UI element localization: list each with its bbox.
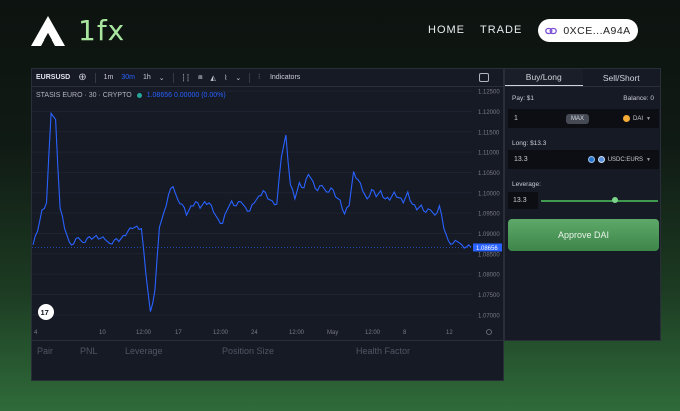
leverage-slider-track[interactable] xyxy=(541,200,658,202)
chart-toolbar: EURSUSD ⊕ 1m 30m 1h ⌄ ┆┆ ⧈ ◭ ⌇ ⌄ ⫶ Indic… xyxy=(32,69,503,87)
y-tick-label: 1.08000 xyxy=(478,273,500,279)
timeframe-1m[interactable]: 1m xyxy=(104,74,114,81)
tradingview-logo-icon[interactable]: 17 xyxy=(38,304,54,320)
x-tick-label: 8 xyxy=(403,330,407,336)
long-token-label: USDC:EURS xyxy=(607,156,644,163)
leverage-input[interactable]: 13.3 xyxy=(508,192,538,209)
trade-panel: Buy/Long Sell/Short Pay: $1 Balance: 0 1… xyxy=(504,68,661,341)
y-tick-label: 1.10000 xyxy=(478,191,500,197)
style-chevron-down-icon[interactable]: ⌄ xyxy=(235,74,241,82)
usdc-coin-icon xyxy=(587,156,595,163)
logo[interactable]: 1fx xyxy=(30,14,125,47)
toolbar-divider xyxy=(94,72,96,83)
timeframe-1h[interactable]: 1h xyxy=(143,74,151,81)
pay-token-selector[interactable]: DAI ▼ xyxy=(623,115,651,122)
timeframe-30m[interactable]: 30m xyxy=(121,74,135,81)
col-position-size: Position Size xyxy=(222,346,275,356)
wallet-button[interactable]: 0XCE...A94A xyxy=(538,19,638,42)
trade-tabs: Buy/Long Sell/Short xyxy=(505,69,660,87)
indicators-label: Indicators xyxy=(269,73,301,81)
y-tick-label: 1.10500 xyxy=(478,171,500,177)
col-health-factor: Health Factor xyxy=(356,346,411,356)
approve-button[interactable]: Approve DAI xyxy=(508,219,659,251)
leverage-label: Leverage: xyxy=(512,181,541,188)
y-tick-label: 1.09500 xyxy=(478,212,500,218)
toolbar-divider xyxy=(249,72,251,83)
y-tick-label: 1.08500 xyxy=(478,252,500,258)
x-tick-label: 12:00 xyxy=(365,330,381,336)
x-tick-label: 4 xyxy=(34,330,38,336)
y-tick-label: 1.07500 xyxy=(478,293,500,299)
col-pnl: PNL xyxy=(80,346,98,356)
x-tick-label: 12:00 xyxy=(213,330,229,336)
positions-table-header: Pair PNL Leverage Position Size Health F… xyxy=(31,341,504,381)
camera-icon[interactable] xyxy=(479,73,489,82)
toolbar-divider xyxy=(172,72,174,83)
tab-buy-long[interactable]: Buy/Long xyxy=(505,69,583,86)
long-amount-input[interactable]: 13.3 xyxy=(514,156,528,163)
eurs-coin-icon xyxy=(597,156,605,163)
compare-plus-icon[interactable]: ⊕ xyxy=(78,72,86,83)
x-tick-label: May xyxy=(327,330,338,336)
indicators-icon: ⫶ xyxy=(258,73,260,81)
y-tick-label: 1.11500 xyxy=(478,130,500,136)
svg-text:17: 17 xyxy=(41,308,49,317)
logo-text: 1fx xyxy=(78,14,126,47)
nav-home-link[interactable]: HOME xyxy=(428,24,465,36)
max-button[interactable]: MAX xyxy=(566,113,590,124)
dai-coin-icon xyxy=(623,115,631,122)
chain-link-icon xyxy=(545,27,558,34)
pay-token-label: DAI xyxy=(633,115,644,122)
wallet-address: 0XCE...A94A xyxy=(563,24,631,37)
x-tick-label: 12:00 xyxy=(289,330,305,336)
price-tag-label: 1.08656 xyxy=(476,246,498,252)
x-tick-label: 12:00 xyxy=(136,330,152,336)
tab-sell-short[interactable]: Sell/Short xyxy=(583,69,661,86)
y-tick-label: 1.07000 xyxy=(478,313,500,319)
y-tick-label: 1.12000 xyxy=(478,110,500,116)
chart-settings-icon[interactable] xyxy=(486,329,492,335)
y-tick-label: 1.09000 xyxy=(478,232,500,238)
col-pair: Pair xyxy=(37,346,54,356)
long-input-box: 13.3 USDC:EURS ▼ xyxy=(508,150,659,169)
y-tick-label: 1.12500 xyxy=(478,90,500,96)
pay-amount-input[interactable]: 1 xyxy=(514,115,518,122)
x-tick-label: 10 xyxy=(99,330,106,336)
indicators-button[interactable]: ⫶ Indicators xyxy=(258,74,308,82)
col-leverage: Leverage xyxy=(125,346,163,356)
leverage-slider-thumb[interactable] xyxy=(612,197,618,203)
x-tick-label: 17 xyxy=(175,330,182,336)
logo-mark-icon xyxy=(31,15,65,46)
area-style-icon[interactable]: ◭ xyxy=(211,74,216,82)
line-style-icon[interactable]: ⌇ xyxy=(224,74,227,82)
pay-input-box: 1 MAX DAI ▼ xyxy=(508,109,659,128)
nav-trade-link[interactable]: TRADE xyxy=(480,24,522,36)
x-tick-label: 12 xyxy=(446,330,453,336)
balance-label: Balance: 0 xyxy=(623,95,654,102)
x-tick-label: 24 xyxy=(251,330,258,336)
symbol-selector[interactable]: EURSUSD xyxy=(36,74,70,81)
chevron-down-icon: ▼ xyxy=(646,156,651,163)
price-series-line xyxy=(32,111,472,312)
chevron-down-icon: ▼ xyxy=(646,115,651,122)
price-chart[interactable]: 1.12500 1.12000 1.11500 1.11000 1.10500 1.100… xyxy=(32,87,503,341)
long-label: Long: $13.3 xyxy=(512,140,547,147)
long-token-selector[interactable]: USDC:EURS ▼ xyxy=(587,156,651,163)
y-tick-label: 1.11000 xyxy=(478,151,500,157)
pay-label: Pay: $1 xyxy=(512,95,535,102)
chart-panel: EURSUSD ⊕ 1m 30m 1h ⌄ ┆┆ ⧈ ◭ ⌇ ⌄ ⫶ Indic… xyxy=(31,68,504,341)
timeframe-chevron-down-icon[interactable]: ⌄ xyxy=(159,74,165,82)
bar-style-icon[interactable]: ┆┆ xyxy=(182,74,190,82)
pay-row: Pay: $1 Balance: 0 xyxy=(512,95,654,102)
candle-style-icon[interactable]: ⧈ xyxy=(198,74,202,82)
